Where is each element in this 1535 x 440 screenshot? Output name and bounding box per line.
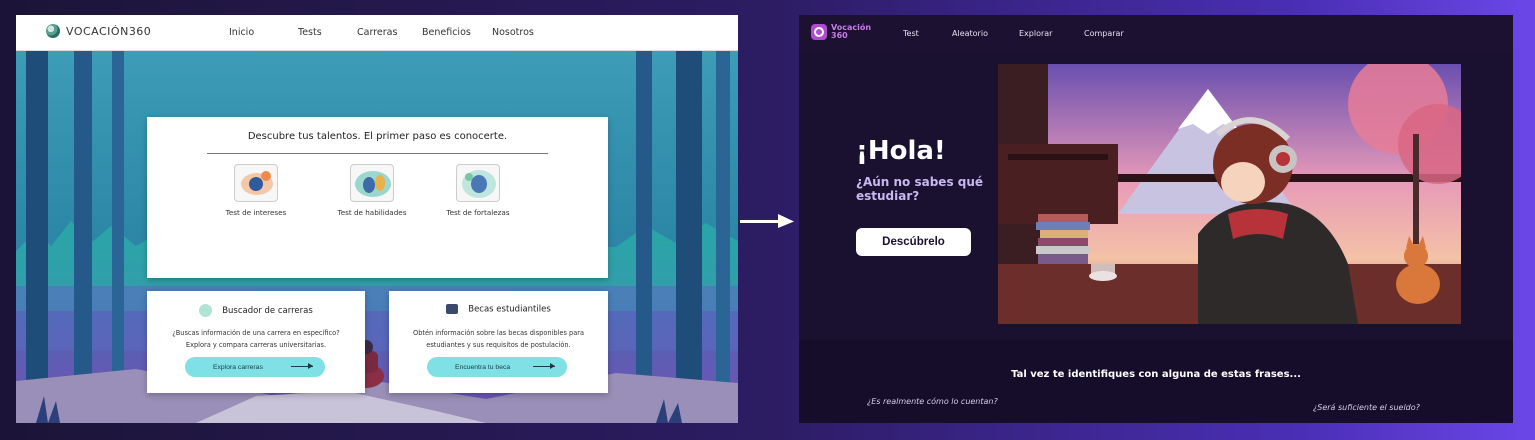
old-nav-tests[interactable]: Tests [298, 27, 322, 38]
old-nav-nosotros[interactable]: Nosotros [492, 27, 534, 38]
old-logo[interactable]: VOCACIÓN360 [46, 24, 151, 38]
discover-button[interactable]: Descúbrelo [856, 228, 971, 256]
new-nav-aleatorio[interactable]: Aleatorio [952, 29, 988, 38]
new-logo[interactable]: Vocación 360 [811, 24, 871, 40]
test-label: Test de fortalezas [446, 208, 510, 217]
hero-illustration [998, 64, 1461, 324]
test-label: Test de intereses [225, 208, 287, 217]
new-navbar: Vocación 360 Test Aleatorio Explorar Com… [799, 15, 1513, 53]
career-search-card: Buscador de carreras ¿Buscas información… [147, 291, 365, 393]
find-scholarship-label: Encuentra tu beca [455, 363, 511, 371]
old-nav-inicio[interactable]: Inicio [229, 27, 254, 38]
career-search-icon [199, 304, 213, 317]
old-nav-beneficios[interactable]: Beneficios [422, 27, 471, 38]
studying-girl-illustration [998, 64, 1461, 324]
scholarship-card-heading: Becas estudiantiles [389, 304, 608, 315]
career-card-description: ¿Buscas información de una carrera en es… [155, 327, 357, 351]
old-navbar: VOCACIÓN360 Inicio Tests Carreras Benefi… [16, 15, 738, 51]
new-nav-explorar[interactable]: Explorar [1019, 29, 1052, 38]
test-label: Test de habilidades [337, 208, 407, 217]
explore-careers-button[interactable]: Explora carreras [185, 357, 325, 377]
test-item-intereses[interactable]: Test de intereses [211, 164, 301, 217]
tests-card: Descubre tus talentos. El primer paso es… [147, 117, 608, 278]
scholarship-card-title: Becas estudiantiles [468, 304, 551, 315]
phrases-tagline: Tal vez te identifiques con alguna de es… [1011, 369, 1301, 380]
logo-line2: 360 [831, 31, 848, 40]
vocacion-logo-icon [811, 24, 827, 40]
interests-illustration-icon [234, 164, 278, 202]
new-logo-text: Vocación 360 [831, 24, 871, 40]
career-card-title: Buscador de carreras [222, 306, 313, 316]
headline-divider [207, 153, 548, 154]
new-design-screenshot: Vocación 360 Test Aleatorio Explorar Com… [799, 15, 1513, 423]
scholarship-card-description: Obtén información sobre las becas dispon… [397, 327, 600, 351]
scholarship-desc-line2: estudiantes y sus requisitos de postulac… [426, 341, 571, 349]
test-item-habilidades[interactable]: Test de habilidades [327, 164, 417, 217]
new-nav-test[interactable]: Test [903, 29, 919, 38]
old-nav-carreras[interactable]: Carreras [357, 27, 397, 38]
hero-title: ¡Hola! [856, 136, 946, 166]
forest-background-illustration: Descubre tus talentos. El primer paso es… [16, 51, 738, 423]
phrase-item: ¿Es realmente cómo lo cuentan? [867, 397, 998, 406]
arrow-right-icon [291, 363, 313, 369]
scholarship-desc-line1: Obtén información sobre las becas dispon… [413, 329, 584, 337]
hero-subtitle: ¿Aún no sabes qué estudiar? [856, 175, 984, 203]
career-card-heading: Buscador de carreras [147, 304, 365, 317]
test-item-fortalezas[interactable]: Test de fortalezas [433, 164, 523, 217]
scholarships-card: Becas estudiantiles Obtén información so… [389, 291, 608, 393]
career-desc-line1: ¿Buscas información de una carrera en es… [172, 329, 340, 337]
old-design-screenshot: VOCACIÓN360 Inicio Tests Carreras Benefi… [16, 15, 738, 423]
transition-arrow-icon [740, 214, 794, 228]
graduation-cap-icon [446, 304, 459, 314]
globe-logo-icon [46, 24, 60, 38]
strengths-illustration-icon [456, 164, 500, 202]
explore-careers-label: Explora carreras [213, 363, 263, 371]
phrase-item: ¿Será suficiente el sueldo? [1313, 403, 1420, 412]
new-nav-comparar[interactable]: Comparar [1084, 29, 1124, 38]
arrow-right-icon [533, 363, 555, 369]
skills-illustration-icon [350, 164, 394, 202]
career-desc-line2: Explora y compara carreras universitaria… [185, 341, 327, 349]
tests-headline: Descubre tus talentos. El primer paso es… [247, 131, 508, 142]
old-logo-text: VOCACIÓN360 [66, 24, 152, 38]
find-scholarship-button[interactable]: Encuentra tu beca [427, 357, 567, 377]
